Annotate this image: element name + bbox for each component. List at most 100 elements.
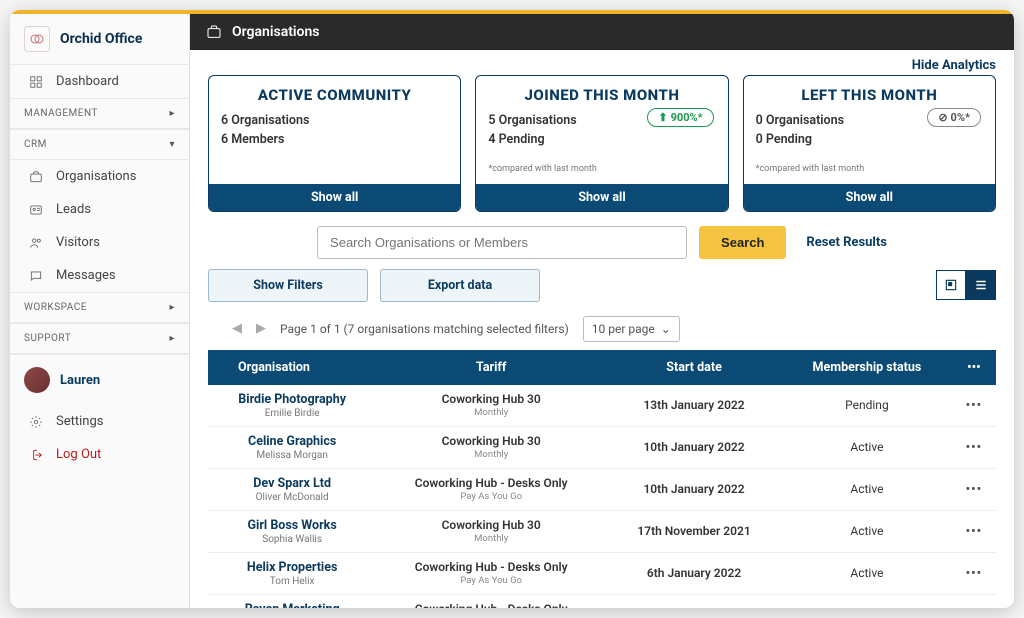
sidebar: Orchid Office Dashboard MANAGEMENT ▸ CRM… [10,14,190,608]
card-stat: 6 Organisations [221,112,448,131]
row-actions-button[interactable]: ••• [952,468,996,510]
table-row[interactable]: Birdie PhotographyEmilie BirdieCoworking… [208,385,996,427]
export-data-button[interactable]: Export data [380,269,540,302]
section-label: CRM [24,139,47,150]
sidebar-section-workspace[interactable]: WORKSPACE ▸ [10,292,189,323]
sidebar-item-label: Settings [56,414,103,429]
org-contact: Sophia Wallis [216,534,368,545]
sidebar-item-organisations[interactable]: Organisations [10,160,189,193]
table-header-row: Organisation Tariff Start date Membershi… [208,350,996,385]
row-actions-button[interactable]: ••• [952,552,996,594]
chevron-right-icon: ▸ [169,108,175,119]
section-label: WORKSPACE [24,302,87,313]
th-organisation[interactable]: Organisation [208,350,376,385]
th-membership-status[interactable]: Membership status [782,350,952,385]
card-stat: 4 Pending [488,131,715,150]
next-page-button[interactable]: ▶ [256,321,266,336]
card-stat: 0 Pending [756,131,983,150]
show-all-button[interactable]: Show all [476,184,727,211]
org-contact: Oliver McDonald [216,492,368,503]
user-name: Lauren [60,373,100,388]
org-contact: Tom Helix [216,576,368,587]
sidebar-section-management[interactable]: MANAGEMENT ▸ [10,98,189,129]
search-button[interactable]: Search [699,226,786,259]
sidebar-section-crm[interactable]: CRM ▾ [10,129,189,160]
briefcase-icon [206,24,222,40]
org-name[interactable]: Girl Boss Works [216,518,368,533]
sidebar-item-messages[interactable]: Messages [10,259,189,292]
sidebar-item-leads[interactable]: Leads [10,193,189,226]
brand-name: Orchid Office [60,31,142,47]
reset-results-link[interactable]: Reset Results [806,235,887,250]
sidebar-item-label: Dashboard [56,74,119,89]
per-page-select[interactable]: 10 per page ⌄ [583,316,680,342]
chevron-down-icon: ▾ [169,139,175,150]
chevron-right-icon: ▸ [169,333,175,344]
org-name[interactable]: Helix Properties [216,560,368,575]
sidebar-item-dashboard[interactable]: Dashboard [10,65,189,98]
show-filters-button[interactable]: Show Filters [208,269,368,302]
tariff-period: Monthly [384,407,598,418]
badge-value: 0%* [951,111,970,124]
app-window: Orchid Office Dashboard MANAGEMENT ▸ CRM… [10,10,1014,608]
org-name[interactable]: Dev Sparx Ltd [216,476,368,491]
show-all-button[interactable]: Show all [209,184,460,211]
card-view-icon [944,278,958,292]
pager-text: Page 1 of 1 (7 organisations matching se… [280,322,569,336]
table-row[interactable]: Helix PropertiesTom HelixCoworking Hub -… [208,552,996,594]
prev-page-button[interactable]: ◀ [232,321,242,336]
tariff-period: Pay As You Go [384,575,598,586]
sidebar-item-visitors[interactable]: Visitors [10,226,189,259]
table-row[interactable]: Celine GraphicsMelissa MorganCoworking H… [208,426,996,468]
sidebar-item-settings[interactable]: Settings [10,405,189,438]
brand-block: Orchid Office [10,14,189,65]
view-toggle [936,270,996,300]
start-date: 17th November 2021 [606,510,782,552]
th-start-date[interactable]: Start date [606,350,782,385]
membership-status: Pending [782,385,952,427]
table-row[interactable]: Girl Boss WorksSophia Wallis Coworking Hu… [208,510,996,552]
search-input[interactable] [317,226,687,259]
view-card-button[interactable] [936,270,966,300]
org-name[interactable]: Celine Graphics [216,434,368,449]
org-name[interactable]: Birdie Photography [216,392,368,407]
dashboard-icon [28,75,44,89]
sidebar-item-label: Log Out [56,447,101,462]
org-name[interactable]: Raven Marketing [216,602,368,609]
trend-badge: ⬆ 900%* [647,108,713,127]
user-block[interactable]: Lauren [10,354,189,405]
trend-badge: ⊘ 0%* [927,108,981,127]
start-date: 6th January 2022 [606,552,782,594]
membership-status: Active [782,594,952,608]
table-row[interactable]: Dev Sparx LtdOliver McDonaldCoworking Hu… [208,468,996,510]
card-title: LEFT THIS MONTH [756,86,983,104]
sidebar-section-support[interactable]: SUPPORT ▸ [10,323,189,354]
card-title: ACTIVE COMMUNITY [221,86,448,104]
avatar [24,367,50,393]
cancel-icon: ⊘ [938,111,947,124]
card-title: JOINED THIS MONTH [488,86,715,104]
page-title: Organisations [232,24,320,40]
section-label: SUPPORT [24,333,71,344]
start-date: 6th January 2022 [606,594,782,608]
start-date: 10th January 2022 [606,426,782,468]
row-actions-button[interactable]: ••• [952,594,996,608]
sidebar-item-label: Organisations [56,169,136,184]
pager-row: ◀ ▶ Page 1 of 1 (7 organisations matchin… [190,312,1014,350]
membership-status: Active [782,468,952,510]
tariff-period: Monthly [384,449,598,460]
table-row[interactable]: Raven MarketingRowena RavenCoworking Hub… [208,594,996,608]
logout-icon [28,448,44,462]
tariff-name: Coworking Hub 30 [384,518,598,532]
view-list-button[interactable] [966,270,996,300]
sidebar-item-logout[interactable]: Log Out [10,438,189,471]
briefcase-icon [28,170,44,184]
row-actions-button[interactable]: ••• [952,426,996,468]
th-actions[interactable]: ••• [952,350,996,385]
th-tariff[interactable]: Tariff [376,350,606,385]
row-actions-button[interactable]: ••• [952,385,996,427]
hide-analytics-link[interactable]: Hide Analytics [190,50,1014,75]
users-icon [28,236,44,250]
show-all-button[interactable]: Show all [744,184,995,211]
row-actions-button[interactable]: ••• [952,510,996,552]
